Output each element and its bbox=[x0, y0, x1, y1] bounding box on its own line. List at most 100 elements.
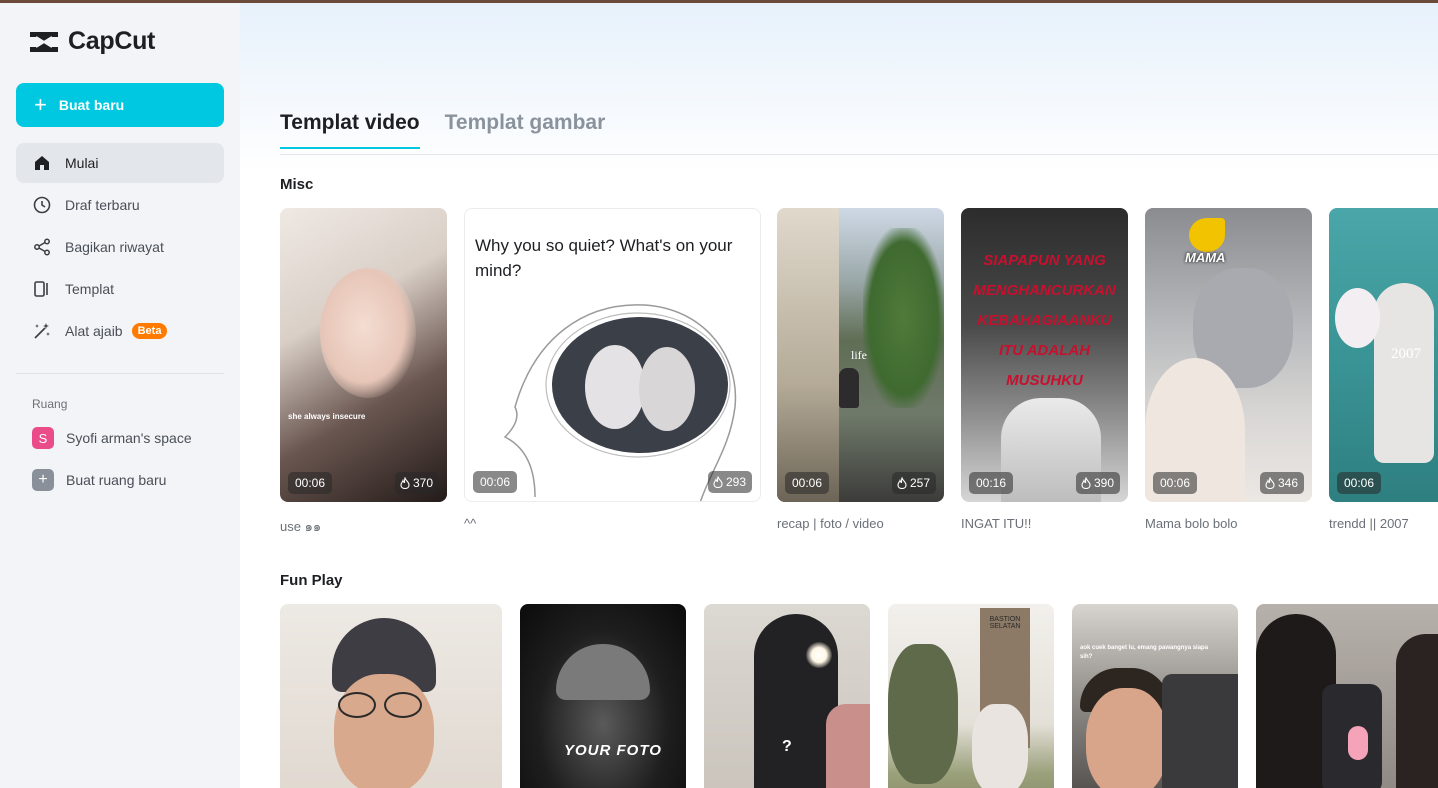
space-item-syofi[interactable]: S Syofi arman's space bbox=[16, 417, 224, 459]
tabs-divider bbox=[280, 154, 1438, 155]
row-title-misc: Misc bbox=[280, 176, 314, 193]
template-card[interactable]: SIAPAPUN YANG MENGHANCURKAN KEBAHAGIAANK… bbox=[961, 208, 1128, 533]
template-thumbnail: YOUR FOTO bbox=[520, 604, 686, 788]
create-new-label: Buat baru bbox=[58, 97, 125, 113]
template-title: Mama bolo bolo bbox=[1145, 516, 1238, 531]
sidebar-item-label: Alat ajaib bbox=[65, 323, 123, 339]
row-title-fun-play: Fun Play bbox=[280, 572, 343, 589]
sidebar-nav: Mulai Draf terbaru Bagikan riwayat Templ… bbox=[16, 143, 224, 353]
usage-count-badge: 370 bbox=[394, 472, 439, 494]
home-icon bbox=[35, 156, 49, 170]
usage-count: 370 bbox=[412, 476, 433, 490]
usage-count: 390 bbox=[1093, 476, 1114, 490]
sidebar-divider bbox=[16, 373, 224, 374]
space-item-label: Syofi arman's space bbox=[66, 430, 192, 446]
space-avatar: S bbox=[32, 427, 54, 449]
sidebar-item-label: Mulai bbox=[65, 155, 99, 171]
template-card[interactable]: YOUR FOTO bbox=[520, 604, 686, 788]
sidebar-item-alat-ajaib[interactable]: Alat ajaib Beta bbox=[16, 311, 224, 351]
create-space-button[interactable]: + Buat ruang baru bbox=[16, 459, 224, 501]
template-overlay-text: life bbox=[851, 348, 867, 362]
template-card[interactable]: 2007 00:06 trendd || 2007 bbox=[1329, 208, 1438, 533]
usage-count-badge: 346 bbox=[1259, 472, 1304, 494]
app-name: CapCut bbox=[68, 27, 156, 55]
capcut-logo[interactable]: CapCut bbox=[28, 27, 155, 56]
template-thumbnail: she always insecure 00:06 370 bbox=[280, 208, 447, 502]
template-overlay-text: YOUR FOTO bbox=[564, 742, 662, 759]
sidebar-item-mulai[interactable]: Mulai bbox=[16, 143, 224, 183]
sidebar-item-label: Templat bbox=[65, 281, 115, 297]
template-thumbnail: aok cuek banget lu, emang pawangnya siap… bbox=[1072, 604, 1238, 788]
space-list: S Syofi arman's space + Buat ruang baru bbox=[16, 417, 224, 501]
template-thumbnail: ? bbox=[704, 604, 870, 788]
sidebar-item-label: Draf terbaru bbox=[65, 197, 140, 213]
template-thumbnail: SIAPAPUN YANG MENGHANCURKAN KEBAHAGIAANK… bbox=[961, 208, 1128, 502]
usage-count-badge: 257 bbox=[891, 472, 936, 494]
share-icon bbox=[34, 238, 50, 256]
main-content: Templat video Templat gambar Misc she al… bbox=[240, 3, 1438, 788]
template-thumbnail bbox=[1256, 604, 1438, 788]
template-overlay-text: 2007 bbox=[1391, 346, 1421, 362]
flame-icon bbox=[400, 477, 410, 489]
create-new-button[interactable]: + Buat baru bbox=[16, 83, 224, 127]
usage-count: 293 bbox=[725, 475, 746, 489]
flame-icon bbox=[1081, 477, 1091, 489]
flame-icon bbox=[1265, 477, 1275, 489]
template-overlay-text: BASTION SELATAN bbox=[989, 616, 1021, 630]
usage-count-badge: 390 bbox=[1075, 472, 1120, 494]
duration-badge: 00:06 bbox=[1337, 472, 1382, 494]
template-card[interactable]: BASTION SELATAN bbox=[888, 604, 1054, 788]
plus-icon: + bbox=[34, 92, 47, 117]
template-card[interactable]: life 00:06 257 recap | foto / video bbox=[777, 208, 944, 533]
magic-wand-icon bbox=[34, 323, 50, 339]
template-thumbnail: life 00:06 257 bbox=[777, 208, 944, 502]
usage-count: 257 bbox=[909, 476, 930, 490]
clock-icon bbox=[33, 196, 51, 214]
flame-icon bbox=[713, 476, 723, 488]
template-overlay-text: SIAPAPUN YANG MENGHANCURKAN KEBAHAGIAANK… bbox=[973, 252, 1116, 389]
usage-count-badge: 293 bbox=[707, 471, 752, 493]
template-card[interactable]: she always insecure 00:06 370 use ๑๑ bbox=[280, 208, 447, 534]
tab-templat-video[interactable]: Templat video bbox=[280, 111, 420, 149]
spaces-section-label: Ruang bbox=[32, 397, 68, 411]
template-thumbnail: Why you so quiet? What's on your mind? 0… bbox=[464, 208, 761, 502]
space-item-label: Buat ruang baru bbox=[66, 472, 167, 488]
template-title: ^^ bbox=[464, 516, 477, 531]
duration-badge: 00:16 bbox=[969, 472, 1014, 494]
template-thumbnail: 2007 00:06 bbox=[1329, 208, 1438, 502]
template-title: recap | foto / video bbox=[777, 516, 884, 531]
sidebar-item-draf-terbaru[interactable]: Draf terbaru bbox=[16, 185, 224, 225]
template-card[interactable] bbox=[280, 604, 502, 788]
template-thumbnail: BASTION SELATAN bbox=[888, 604, 1054, 788]
template-tabs: Templat video Templat gambar bbox=[280, 111, 605, 149]
tab-templat-gambar[interactable]: Templat gambar bbox=[445, 111, 606, 149]
usage-count: 346 bbox=[1277, 476, 1298, 490]
capcut-logo-icon bbox=[30, 31, 58, 52]
template-card[interactable]: Why you so quiet? What's on your mind? 0… bbox=[464, 208, 761, 533]
template-card[interactable]: aok cuek banget lu, emang pawangnya siap… bbox=[1072, 604, 1238, 788]
template-overlay-text: MAMA bbox=[1185, 250, 1226, 265]
duration-badge: 00:06 bbox=[785, 472, 830, 494]
sidebar-item-bagikan-riwayat[interactable]: Bagikan riwayat bbox=[16, 227, 224, 267]
sidebar-item-label: Bagikan riwayat bbox=[65, 239, 164, 255]
template-overlay-text: aok cuek banget lu, emang pawangnya siap… bbox=[1080, 645, 1209, 660]
template-thumbnail: MAMA 00:06 346 bbox=[1145, 208, 1312, 502]
template-card[interactable]: MAMA 00:06 346 Mama bolo bolo bbox=[1145, 208, 1312, 533]
template-title: trendd || 2007 bbox=[1329, 516, 1409, 531]
sidebar-item-templat[interactable]: Templat bbox=[16, 269, 224, 309]
duration-badge: 00:06 bbox=[1153, 472, 1198, 494]
template-card[interactable] bbox=[1256, 604, 1438, 788]
duration-badge: 00:06 bbox=[288, 472, 333, 494]
flame-icon bbox=[897, 477, 907, 489]
sidebar: CapCut + Buat baru Mulai Draf terbaru Ba… bbox=[0, 3, 240, 788]
template-overlay-text: she always insecure bbox=[288, 412, 366, 421]
template-overlay-text: ? bbox=[782, 738, 792, 755]
template-title: INGAT ITU!! bbox=[961, 516, 1032, 531]
duration-badge: 00:06 bbox=[473, 471, 518, 493]
template-card[interactable]: ? bbox=[704, 604, 870, 788]
template-thumbnail bbox=[280, 604, 502, 788]
beta-badge: Beta bbox=[131, 323, 168, 339]
head-sketch-illustration bbox=[503, 304, 737, 501]
template-overlay-text: Why you so quiet? What's on your mind? bbox=[475, 236, 733, 280]
plus-icon: + bbox=[32, 469, 54, 491]
